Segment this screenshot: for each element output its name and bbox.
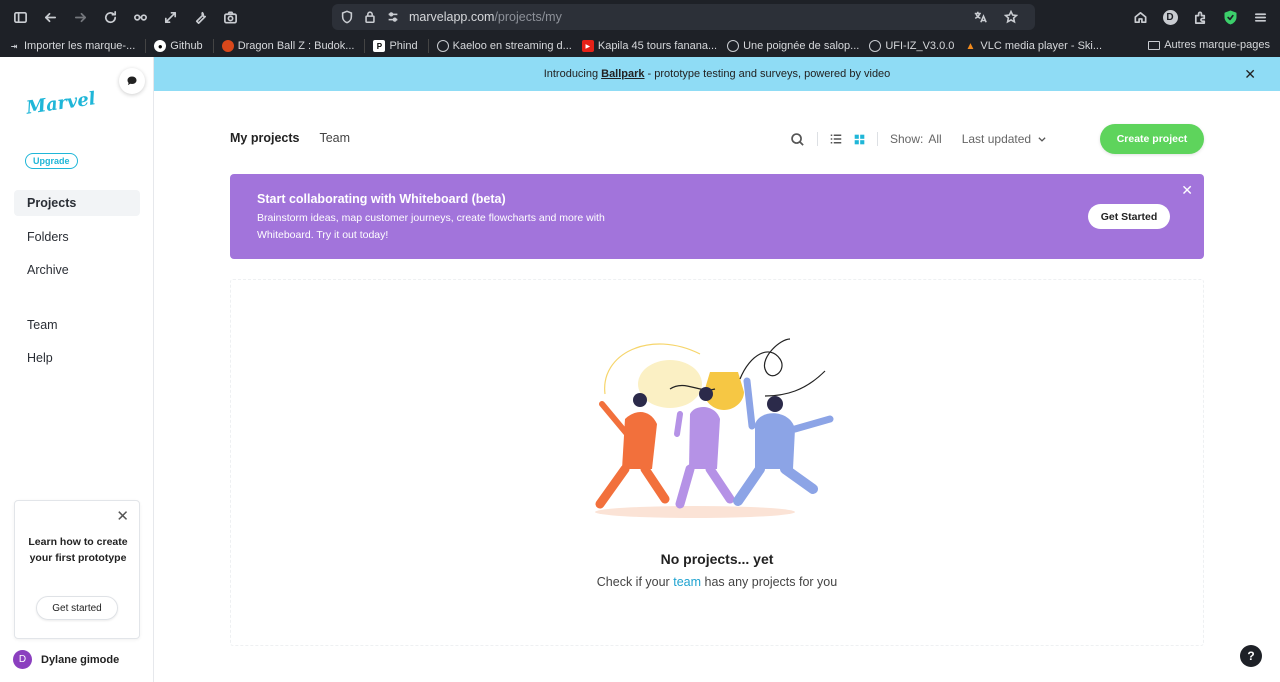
globe-icon <box>727 40 740 52</box>
bookmark-item[interactable]: Kaeloo en streaming d... <box>436 40 572 52</box>
phind-icon: P <box>373 40 386 52</box>
folder-icon <box>1148 40 1161 50</box>
announcement-prefix: Introducing <box>543 68 599 80</box>
vlc-icon: ▲ <box>965 40 976 52</box>
empty-state-subtitle: Check if your team has any projects for … <box>596 575 838 589</box>
sidebar-item-folders[interactable]: Folders <box>14 224 140 250</box>
sidebar-item-archive[interactable]: Archive <box>14 257 140 283</box>
expand-icon[interactable] <box>155 2 185 32</box>
close-icon[interactable]: ✕ <box>1181 182 1193 199</box>
learn-card-text: Learn how to create your first prototype <box>28 536 128 564</box>
sidebar-item-projects[interactable]: Projects <box>14 190 140 216</box>
announcement-bar: Introducing Ballpark - prototype testing… <box>154 57 1280 91</box>
bookmark-item[interactable]: Dragon Ball Z : Budok... <box>221 40 354 52</box>
bookmark-item[interactable]: UFI-IZ_V3.0.0 <box>869 40 954 52</box>
chat-icon[interactable] <box>119 68 145 94</box>
empty-state-illustration <box>595 338 834 518</box>
avatar: D <box>13 650 32 669</box>
lock-icon[interactable] <box>363 10 377 24</box>
youtube-icon: ▶ <box>581 40 594 52</box>
reload-icon[interactable] <box>95 2 125 32</box>
bookmark-separator <box>145 39 147 53</box>
divider <box>817 132 818 146</box>
sort-label: Last updated <box>961 132 1032 146</box>
bookmark-item[interactable]: ⇥ Importer les marque-... <box>8 40 136 52</box>
address-bar[interactable]: marvelapp.com/projects/my <box>332 4 1035 30</box>
extensions-icon[interactable] <box>1185 2 1215 32</box>
empty-state-title: No projects... yet <box>660 551 774 567</box>
menu-icon[interactable] <box>1245 2 1275 32</box>
bookmark-item[interactable]: ● Github <box>154 40 203 52</box>
list-view-icon[interactable] <box>830 133 842 145</box>
show-label: Show: <box>890 132 924 146</box>
profile-icon: D <box>1162 9 1178 25</box>
announcement-suffix: - prototype testing and surveys, powered… <box>647 68 891 80</box>
bookmark-item[interactable]: Une poignée de salop... <box>727 40 859 52</box>
profile-button[interactable]: D <box>1155 2 1185 32</box>
sidebar-item-team[interactable]: Team <box>14 312 140 338</box>
marvel-logo[interactable]: Marvel <box>25 88 97 119</box>
sidebar-toggle-icon[interactable] <box>5 2 35 32</box>
upgrade-button[interactable]: Upgrade <box>25 153 78 169</box>
globe-icon <box>436 40 449 52</box>
user-name: Dylane gimode <box>41 653 120 666</box>
show-filter[interactable]: Show: All <box>890 132 942 146</box>
browser-nav-tools <box>5 2 245 32</box>
whiteboard-banner: Start collaborating with Whiteboard (bet… <box>230 174 1204 259</box>
user-menu[interactable]: D Dylane gimode <box>13 650 119 669</box>
site-settings-icon[interactable] <box>386 10 400 24</box>
team-link[interactable]: team <box>673 575 701 589</box>
help-icon[interactable]: ? <box>1240 645 1262 667</box>
camera-icon[interactable] <box>215 2 245 32</box>
forward-icon[interactable] <box>65 2 95 32</box>
learn-card: ✕ Learn how to create your first prototy… <box>14 500 140 639</box>
divider <box>877 132 878 146</box>
bookmark-separator <box>212 39 214 53</box>
bookmark-item[interactable]: ▲ VLC media player - Ski... <box>964 40 1102 52</box>
glasses-icon[interactable] <box>125 2 155 32</box>
bookmark-item[interactable]: P Phind <box>373 40 418 52</box>
sort-dropdown[interactable]: Last updated <box>962 132 1047 146</box>
bookmark-separator <box>364 39 366 53</box>
globe-icon <box>869 40 882 52</box>
show-value: All <box>928 132 942 146</box>
chevron-down-icon <box>1038 137 1046 142</box>
sidebar: Marvel Upgrade Projects Folders Archive … <box>0 57 154 682</box>
home-icon[interactable] <box>1125 2 1155 32</box>
browser-right-tools: D <box>1125 2 1275 32</box>
dragonball-icon <box>221 40 234 52</box>
banner-description: Brainstorm ideas, map customer journeys,… <box>257 212 605 241</box>
browser-toolbar: marvelapp.com/projects/my D <box>0 0 1280 35</box>
grid-view-icon[interactable] <box>854 134 865 145</box>
banner-get-started-button[interactable]: Get Started <box>1088 204 1170 229</box>
search-icon[interactable] <box>790 132 805 147</box>
projects-toolbar: Show: All Last updated <box>790 124 1047 154</box>
github-icon: ● <box>154 40 167 52</box>
tab-team[interactable]: Team <box>319 131 350 145</box>
sidebar-item-help[interactable]: Help <box>14 345 140 371</box>
close-icon[interactable]: ✕ <box>1244 66 1256 83</box>
bookmarks-bar: ⇥ Importer les marque-... ● Github Dragon … <box>0 35 1280 57</box>
bookmark-separator <box>427 39 429 53</box>
close-icon[interactable]: ✕ <box>116 507 129 525</box>
create-project-button[interactable]: Create project <box>1100 124 1204 154</box>
back-icon[interactable] <box>35 2 65 32</box>
translate-icon[interactable] <box>973 10 987 24</box>
bookmark-star-icon[interactable] <box>1004 10 1018 24</box>
ballpark-link[interactable]: Ballpark <box>601 68 644 80</box>
shield-icon[interactable] <box>340 10 354 24</box>
other-bookmarks[interactable]: Autres marque-pages <box>1148 39 1270 51</box>
banner-title: Start collaborating with Whiteboard (bet… <box>257 192 506 206</box>
bookmark-item[interactable]: ▶ Kapila 45 tours fanana... <box>581 40 717 52</box>
project-tabs: My projects Team <box>230 131 350 145</box>
url-text[interactable]: marvelapp.com/projects/my <box>409 10 973 24</box>
get-started-button[interactable]: Get started <box>36 596 118 620</box>
adblock-shield-icon[interactable] <box>1215 2 1245 32</box>
wrench-icon[interactable] <box>185 2 215 32</box>
import-icon: ⇥ <box>10 41 18 51</box>
tab-my-projects[interactable]: My projects <box>230 131 299 145</box>
